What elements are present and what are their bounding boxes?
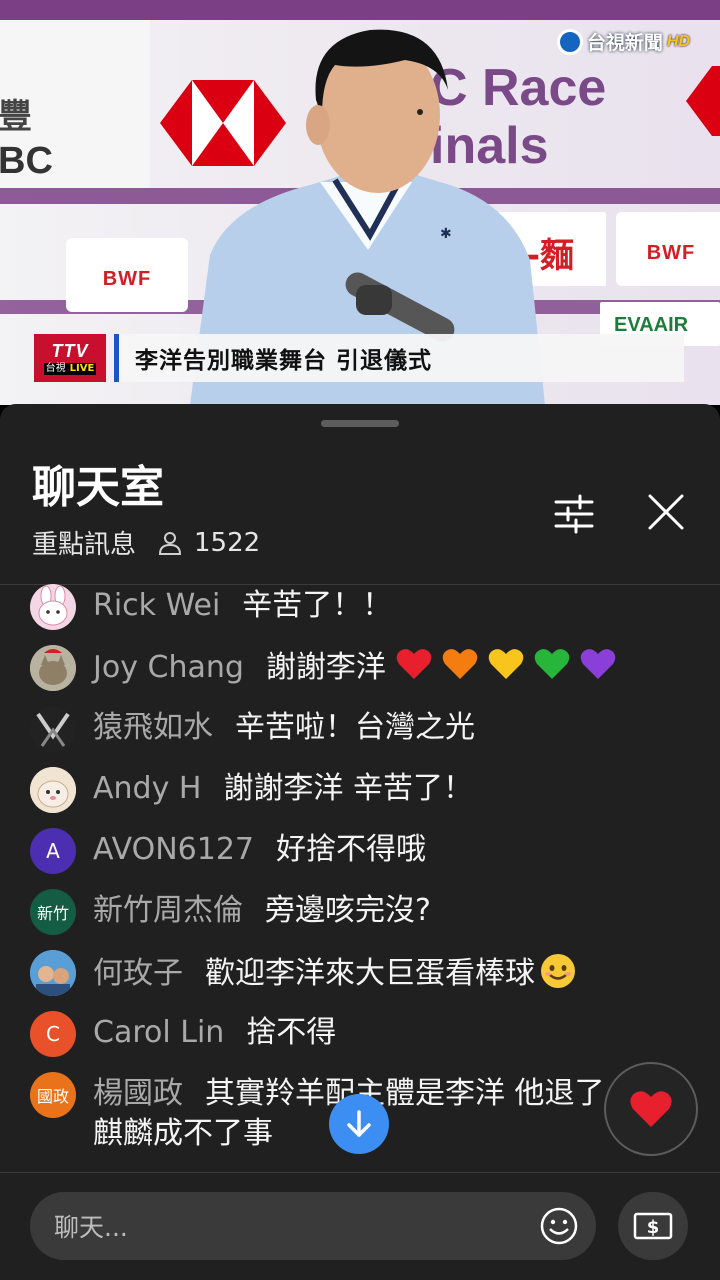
message-text: 旁邊咳完沒?: [265, 893, 431, 928]
message-text: 好捨不得哦: [276, 832, 427, 867]
scroll-to-latest-button[interactable]: [329, 1094, 389, 1154]
letter-avatar[interactable]: C: [30, 1011, 76, 1057]
chat-message[interactable]: A AVON6127 好捨不得哦: [30, 828, 690, 874]
message-author[interactable]: 楊國政: [93, 1076, 183, 1111]
chat-message[interactable]: Joy Chang 謝謝李洋: [30, 645, 690, 691]
channel-watermark: 台視新聞 HD: [556, 28, 690, 55]
dark-photo-avatar[interactable]: [30, 706, 76, 752]
input-divider: [0, 1172, 720, 1173]
filter-settings-icon[interactable]: [552, 492, 596, 536]
chat-message[interactable]: 何玫子 歡迎李洋來大巨蛋看棒球: [30, 950, 690, 996]
chat-mode-dropdown[interactable]: 重點訊息: [32, 524, 136, 561]
smiling-face-emoji-icon: [541, 954, 575, 988]
heart-emoji-icon: [535, 649, 570, 679]
message-text: 辛苦了！！: [242, 588, 393, 623]
bwf-logo-panel: BWF: [616, 212, 720, 286]
money-icon: $: [633, 1212, 673, 1240]
drag-handle[interactable]: [321, 420, 399, 427]
heart-reaction-button[interactable]: [604, 1062, 698, 1156]
chat-message[interactable]: Andy H 謝謝李洋 辛苦了！: [30, 767, 690, 813]
heart-emoji-icon: [489, 649, 524, 679]
message-author[interactable]: 新竹周杰倫: [93, 893, 243, 928]
emoji-picker-icon[interactable]: [538, 1205, 580, 1247]
message-author[interactable]: 何玫子: [93, 956, 183, 991]
ttv-logo-text: TTV: [51, 340, 89, 361]
person-icon: [159, 531, 182, 555]
news-ticker: TTV 台視 LIVE 李洋告別職業舞台 引退儀式: [34, 334, 684, 382]
chat-message[interactable]: Rick Wei 辛苦了！！: [30, 584, 690, 630]
kids-photo-avatar[interactable]: [30, 950, 76, 996]
chat-message[interactable]: 猿飛如水 辛苦啦！台灣之光: [30, 706, 690, 752]
chat-message[interactable]: 新竹 新竹周杰倫 旁邊咳完沒?: [30, 889, 690, 935]
super-chat-button[interactable]: $: [618, 1192, 688, 1260]
letter-avatar[interactable]: 國政: [30, 1072, 76, 1118]
ttv-news-logo-icon: [556, 28, 583, 55]
message-text: 謝謝李洋 辛苦了！: [223, 771, 473, 806]
chat-message[interactable]: C Carol Lin 捨不得: [30, 1011, 690, 1057]
close-icon[interactable]: [644, 490, 688, 534]
watermark-hd: HD: [666, 32, 690, 50]
message-text: 其實羚羊配主體是李洋 他退了: [205, 1076, 605, 1111]
bunny-avatar[interactable]: [30, 584, 76, 630]
ttv-live-logo: TTV 台視 LIVE: [34, 334, 106, 382]
heart-emoji-icon: [397, 649, 432, 679]
channel-name: 台視: [45, 362, 66, 374]
message-author[interactable]: 猿飛如水: [93, 710, 213, 745]
viewer-count: 1522: [194, 527, 261, 558]
chat-title: 聊天室: [32, 462, 164, 513]
chat-subheader: 重點訊息 1522: [32, 524, 260, 561]
arrow-down-icon: [347, 1110, 371, 1137]
heart-emoji-row: [395, 649, 625, 685]
svg-text:$: $: [647, 1217, 660, 1238]
message-text: 歡迎李洋來大巨蛋看棒球: [205, 956, 535, 991]
message-text: 辛苦啦！台灣之光: [235, 710, 475, 745]
message-author[interactable]: Carol Lin: [93, 1015, 224, 1050]
cat-photo-avatar[interactable]: [30, 767, 76, 813]
chat-input-placeholder[interactable]: 聊天...: [54, 1208, 538, 1244]
bwf-logo-text: BWF: [646, 242, 696, 264]
backdrop-stripe: [0, 0, 720, 20]
heart-emoji-icon: [443, 649, 478, 679]
message-author[interactable]: Andy H: [93, 771, 201, 806]
live-badge: LIVE: [67, 362, 97, 375]
heart-icon: [630, 1091, 672, 1127]
letter-avatar[interactable]: 新竹: [30, 889, 76, 935]
live-video-player[interactable]: 豐 BC C Race inals BWF BWF -麵 EVAAIR ✱ 台視…: [0, 0, 720, 405]
backdrop-sponsor-text: BC: [0, 140, 53, 182]
ticker-headline-bar: 李洋告別職業舞台 引退儀式: [114, 334, 684, 382]
sponsor-hexagon-logo: [686, 66, 720, 136]
message-author[interactable]: AVON6127: [93, 832, 254, 867]
cat-photo-avatar[interactable]: [30, 645, 76, 691]
letter-avatar[interactable]: A: [30, 828, 76, 874]
watermark-text: 台視新聞: [586, 32, 663, 54]
backdrop-sponsor-text: 豐: [0, 98, 32, 136]
svg-text:✱: ✱: [440, 225, 452, 241]
ticker-headline: 李洋告別職業舞台 引退儀式: [135, 348, 433, 374]
message-text: 捨不得: [246, 1015, 337, 1050]
message-text: 謝謝李洋: [265, 650, 386, 685]
message-author[interactable]: Joy Chang: [93, 650, 244, 685]
heart-emoji-icon: [581, 649, 616, 679]
message-author[interactable]: Rick Wei: [93, 588, 220, 623]
chat-input[interactable]: 聊天...: [30, 1192, 596, 1260]
